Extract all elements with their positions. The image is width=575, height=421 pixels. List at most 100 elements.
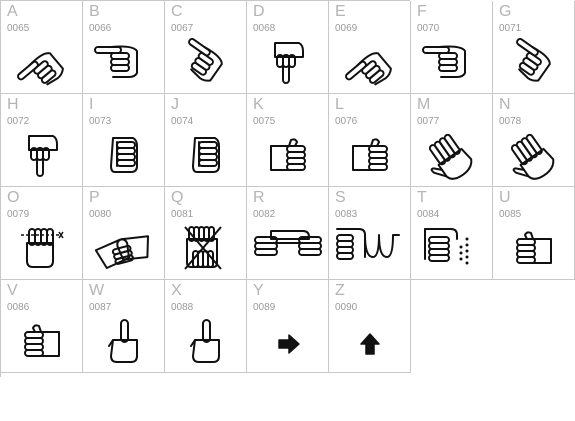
glyph-code: 0088: [171, 302, 194, 313]
glyph-code: 0089: [253, 302, 276, 313]
flat-hand-left-icon: [516, 231, 552, 264]
glyph-letter: W: [89, 282, 105, 299]
glyph-letter: F: [417, 3, 427, 20]
glyph-letter: O: [7, 189, 20, 206]
hand-pointing-left-icon: [422, 45, 466, 78]
glyph-letter: I: [89, 96, 94, 113]
hand-pointing-down-icon: [28, 135, 58, 177]
glyph-cell-k[interactable]: K 0075: [247, 94, 329, 187]
glyph-letter: Y: [253, 282, 264, 299]
glyph-letter: B: [89, 3, 100, 20]
hand-pointing-left-icon: [94, 45, 138, 78]
glyph-code: 0086: [7, 302, 30, 313]
glyph-cell-g[interactable]: G 0071: [493, 1, 575, 94]
glyph-code: 0065: [7, 23, 30, 34]
open-hand-tilted-icon: [428, 133, 473, 180]
glyph-cell-v[interactable]: V 0086: [1, 280, 83, 373]
fist-icon: [110, 137, 138, 173]
glyph-cell-o[interactable]: O 0079: [1, 187, 83, 280]
handshake-icon: [94, 235, 150, 270]
arrow-up-icon: [360, 333, 380, 355]
glyph-code: 0077: [417, 116, 440, 127]
glyph-letter: K: [253, 96, 264, 113]
glyph-letter: G: [499, 3, 512, 20]
hand-pointing-up-left-icon: [17, 52, 64, 86]
flat-hand-right-icon: [270, 138, 306, 171]
glyph-cell-i[interactable]: I 0073: [83, 94, 165, 187]
glyph-cell-l[interactable]: L 0076: [329, 94, 411, 187]
hand-dotted-icon: [424, 228, 469, 265]
hand-pointing-up-left-icon: [345, 52, 392, 86]
glyph-cell-z[interactable]: Z 0090: [329, 280, 411, 373]
glyph-letter: J: [171, 96, 179, 113]
arrow-right-icon: [278, 334, 300, 354]
glyph-code: 0070: [417, 23, 440, 34]
glyph-cell-f[interactable]: F 0070: [411, 1, 493, 94]
glyph-cell-s[interactable]: S 0083: [329, 187, 411, 280]
glyph-cell-m[interactable]: M 0077: [411, 94, 493, 187]
glyph-letter: S: [335, 189, 346, 206]
glyph-code: 0069: [335, 23, 358, 34]
glyph-code: 0087: [89, 302, 112, 313]
glyph-letter: A: [7, 3, 18, 20]
glyph-letter: D: [253, 3, 265, 20]
flat-hand-left-icon: [24, 324, 60, 357]
hand-cut-icon: [21, 228, 64, 268]
glyph-code: 0068: [253, 23, 276, 34]
glyph-letter: X: [171, 282, 182, 299]
glyph-cell-y[interactable]: Y 0089: [247, 280, 329, 373]
glyph-code: 0078: [499, 116, 522, 127]
glyph-code: 0071: [499, 23, 522, 34]
glyph-letter: N: [499, 96, 511, 113]
glyph-cell-c[interactable]: C 0067: [165, 1, 247, 94]
glyph-cell-e[interactable]: E 0069: [329, 1, 411, 94]
glyph-code: 0082: [253, 209, 276, 220]
fist-icon: [192, 137, 220, 173]
glyph-cell-r[interactable]: R 0082: [247, 187, 329, 280]
glyph-code: 0083: [335, 209, 358, 220]
glyph-letter: U: [499, 189, 511, 206]
glyph-letter: L: [335, 96, 344, 113]
flat-hand-right-icon: [352, 138, 388, 171]
glyph-cell-x[interactable]: X 0088: [165, 280, 247, 373]
hand-pointing-down-icon: [274, 42, 304, 84]
linked-hands-icon: [336, 228, 400, 260]
glyph-cell-n[interactable]: N 0078: [493, 94, 575, 187]
glyph-letter: T: [417, 189, 427, 206]
glyph-letter: H: [7, 96, 19, 113]
glyph-code: 0073: [89, 116, 112, 127]
glyph-code: 0074: [171, 116, 194, 127]
glyph-code: 0067: [171, 23, 194, 34]
glyph-code: 0080: [89, 209, 112, 220]
middle-finger-icon: [190, 319, 220, 363]
hand-pointing-down-left-icon: [516, 38, 551, 82]
glyph-letter: P: [89, 189, 100, 206]
glyph-cell-p[interactable]: P 0080: [83, 187, 165, 280]
glyph-code: 0081: [171, 209, 194, 220]
glyph-code: 0075: [253, 116, 276, 127]
glyph-code: 0076: [335, 116, 358, 127]
glyph-cell-q[interactable]: Q 0081: [165, 187, 247, 280]
glyph-cell-d[interactable]: D 0068: [247, 1, 329, 94]
glyph-letter: M: [417, 96, 431, 113]
glyph-letter: Z: [335, 282, 345, 299]
glyph-cell-a[interactable]: A 0065: [1, 1, 83, 94]
glyph-cell-b[interactable]: B 0066: [83, 1, 165, 94]
glyph-code: 0079: [7, 209, 30, 220]
glyph-letter: E: [335, 3, 346, 20]
glyph-cell-w[interactable]: W 0087: [83, 280, 165, 373]
glyph-cell-t[interactable]: T 0084: [411, 187, 493, 280]
glyph-code: 0066: [89, 23, 112, 34]
glyph-code: 0085: [499, 209, 522, 220]
glyph-letter: V: [7, 282, 18, 299]
middle-finger-icon: [108, 319, 138, 363]
glyph-code: 0090: [335, 302, 358, 313]
glyph-code: 0072: [7, 116, 30, 127]
glyph-cell-h[interactable]: H 0072: [1, 94, 83, 187]
crossed-hands-icon: [184, 226, 222, 270]
glyph-letter: R: [253, 189, 265, 206]
glyph-code: 0084: [417, 209, 440, 220]
glyph-cell-u[interactable]: U 0085: [493, 187, 575, 280]
open-hand-tilted-icon: [510, 133, 555, 180]
glyph-cell-j[interactable]: J 0074: [165, 94, 247, 187]
